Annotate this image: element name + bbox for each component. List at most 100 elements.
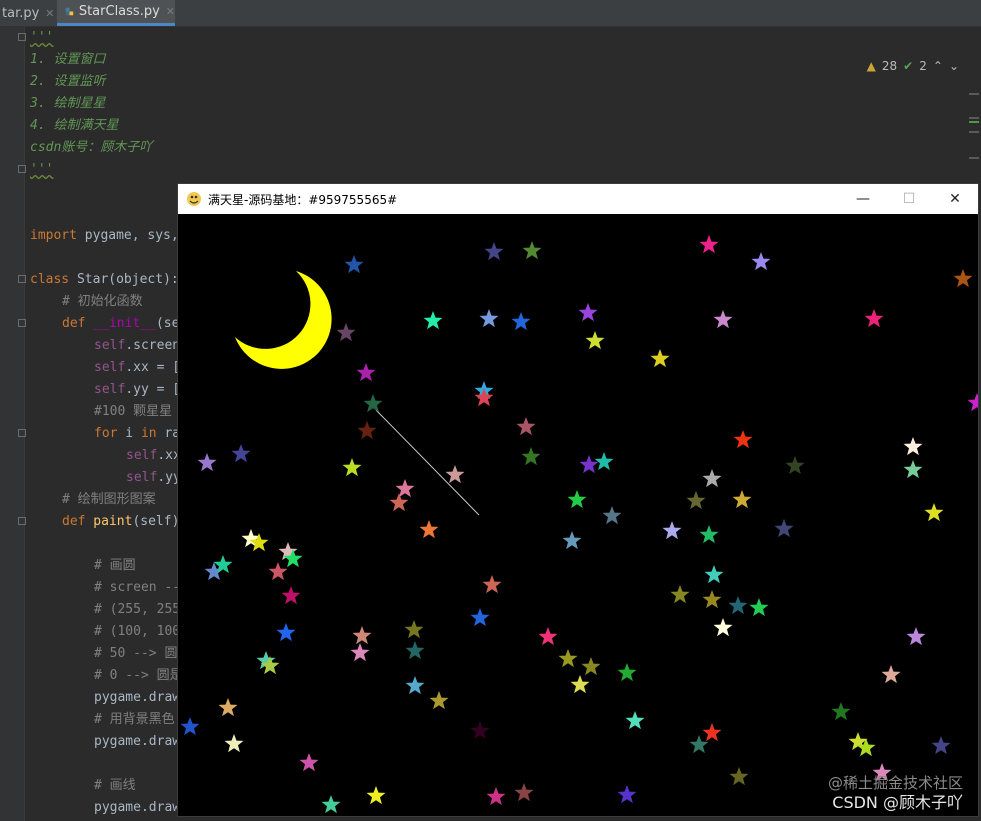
- star-icon: [395, 479, 415, 498]
- star-icon: [321, 795, 341, 814]
- minimize-button[interactable]: —: [840, 184, 886, 214]
- star-icon: [486, 787, 506, 806]
- scroll-marker[interactable]: [969, 131, 979, 133]
- star-icon: [578, 303, 598, 322]
- star-icon: [581, 657, 601, 676]
- star-icon: [617, 663, 637, 682]
- chevron-down-icon[interactable]: ⌄: [949, 59, 959, 73]
- code-line: pygame.draw: [94, 800, 181, 815]
- star-icon: [180, 717, 200, 736]
- code-line: # 0 --> 圆是: [94, 668, 183, 683]
- star-icon: [906, 627, 926, 646]
- code-line: for i in ra: [94, 426, 181, 441]
- star-icon: [713, 310, 733, 329]
- star-icon: [538, 627, 558, 646]
- star-icon: [366, 786, 386, 805]
- star-icon: [903, 460, 923, 479]
- star-icon: [699, 235, 719, 254]
- star-icon: [479, 309, 499, 328]
- code-line: # 画圆: [94, 558, 136, 573]
- star-icon: [356, 363, 376, 382]
- chevron-up-icon[interactable]: ⌃: [933, 59, 943, 73]
- star-icon: [352, 626, 372, 645]
- star-icon: [579, 455, 599, 474]
- star-icon: [728, 596, 748, 615]
- close-icon[interactable]: ✕: [45, 7, 54, 20]
- star-icon: [713, 618, 733, 637]
- scroll-marker[interactable]: [969, 121, 979, 123]
- star-icon: [224, 734, 244, 753]
- code-line-class: class Star(object):: [30, 272, 179, 287]
- star-icon: [474, 388, 494, 407]
- code-line-import: import pygame, sys,: [30, 228, 179, 243]
- star-icon: [482, 575, 502, 594]
- close-button[interactable]: ✕: [932, 184, 978, 214]
- star-icon: [903, 437, 923, 456]
- code-line: self.yy = [: [94, 382, 181, 397]
- tab-tar-py[interactable]: tar.py ✕: [0, 0, 58, 26]
- star-icon: [268, 562, 288, 581]
- star-icon: [570, 675, 590, 694]
- window-titlebar[interactable]: 满天星-源码基地：#959755565# — ☐ ✕: [178, 184, 978, 214]
- star-icon: [357, 421, 377, 440]
- code-line: ''': [30, 30, 54, 45]
- star-icon: [423, 311, 443, 330]
- star-icon: [732, 490, 752, 509]
- scroll-marker[interactable]: [969, 117, 979, 119]
- star-icon: [521, 447, 541, 466]
- watermark: @稀土掘金技术社区 CSDN @顾木子吖: [828, 773, 963, 813]
- scroll-marker[interactable]: [969, 157, 979, 159]
- star-icon: [702, 469, 722, 488]
- star-icon: [729, 767, 749, 786]
- star-icon: [686, 491, 706, 510]
- code-line: 2. 设置监听: [30, 74, 106, 89]
- star-icon: [514, 783, 534, 802]
- code-line: pygame.draw: [94, 690, 181, 705]
- star-icon: [733, 430, 753, 449]
- watermark-juejin: @稀土掘金技术社区: [827, 774, 963, 792]
- maximize-button[interactable]: ☐: [886, 184, 932, 214]
- code-line: self.xx = [: [94, 360, 181, 375]
- pygame-canvas[interactable]: [178, 214, 978, 816]
- star-icon: [344, 255, 364, 274]
- code-line: self.xx: [126, 448, 181, 463]
- star-icon: [774, 519, 794, 538]
- star-icon: [625, 711, 645, 730]
- star-icon: [429, 691, 449, 710]
- inspection-widget[interactable]: ▲ 28 ✔ 2 ⌃ ⌄: [867, 59, 959, 73]
- python-file-icon: [65, 7, 74, 16]
- star-icon: [924, 503, 944, 522]
- star-icon: [670, 585, 690, 604]
- star-icon: [567, 490, 587, 509]
- star-icon: [405, 676, 425, 695]
- star-icon: [363, 394, 383, 413]
- tab-label: tar.py: [2, 5, 40, 21]
- star-icon: [470, 721, 490, 740]
- scroll-marker[interactable]: [969, 93, 979, 95]
- star-icon: [650, 349, 670, 368]
- star-icon: [419, 520, 439, 539]
- star-icon: [218, 698, 238, 717]
- editor-tab-bar: tar.py ✕ StarClass.py ✕: [0, 0, 981, 27]
- code-line: 3. 绘制星星: [30, 96, 106, 111]
- star-icon: [702, 723, 722, 742]
- star-icon: [484, 242, 504, 261]
- code-line: # (100, 100: [94, 624, 181, 639]
- star-icon: [699, 525, 719, 544]
- code-line: # 绘制图形图案: [62, 492, 156, 507]
- star-icon: [751, 252, 771, 271]
- star-icon: [562, 531, 582, 550]
- close-icon[interactable]: ✕: [166, 5, 175, 18]
- typo-count: 2: [919, 59, 927, 73]
- window-title: 满天星-源码基地：#959755565#: [208, 192, 398, 207]
- star-icon: [231, 444, 251, 463]
- code-line: 4. 绘制满天星: [30, 118, 119, 133]
- code-line: # 画线: [94, 778, 136, 793]
- star-icon: [389, 493, 409, 512]
- warning-count: 28: [881, 59, 898, 73]
- pygame-window[interactable]: 满天星-源码基地：#959755565# — ☐ ✕: [178, 184, 978, 816]
- star-icon: [617, 785, 637, 804]
- tab-starclass-py[interactable]: StarClass.py ✕: [57, 0, 175, 26]
- check-icon: ✔: [903, 59, 914, 73]
- star-icon: [342, 458, 362, 477]
